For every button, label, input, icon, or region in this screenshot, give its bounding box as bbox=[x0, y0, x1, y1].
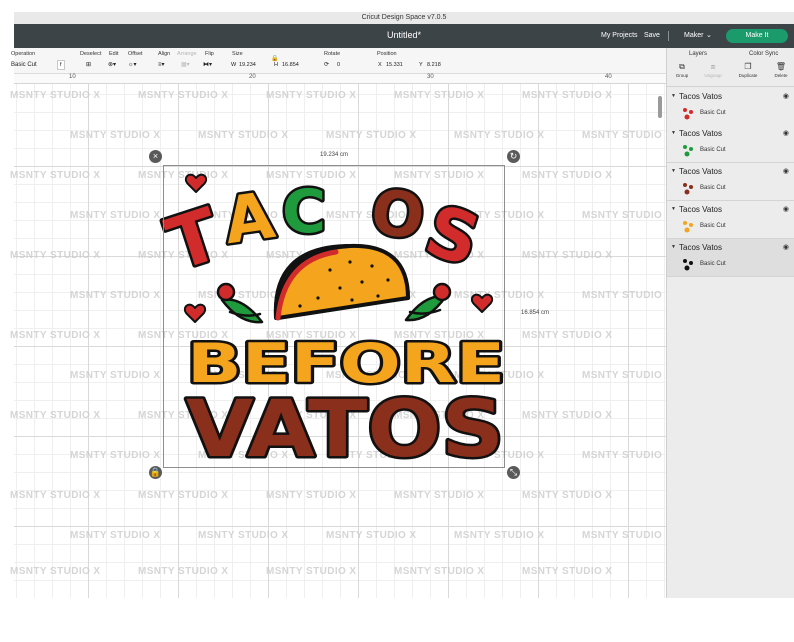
selection-bounding-box[interactable] bbox=[163, 165, 505, 468]
layer-operation: Basic Cut bbox=[700, 185, 726, 191]
layer-name: Tacos Vatos bbox=[679, 243, 722, 252]
layer-item[interactable]: ▼ Tacos Vatos ◉ Basic Cut bbox=[667, 125, 794, 163]
layer-name: Tacos Vatos bbox=[679, 129, 722, 138]
canvas-scrollbar[interactable] bbox=[658, 96, 662, 118]
group-label: Group bbox=[675, 73, 689, 78]
expand-caret-icon[interactable]: ▼ bbox=[671, 93, 676, 99]
layer-item[interactable]: ▼ Tacos Vatos ◉ Basic Cut bbox=[667, 163, 794, 201]
thumb-dot bbox=[684, 265, 690, 271]
expand-caret-icon[interactable]: ▼ bbox=[671, 130, 676, 136]
thumb-dot bbox=[689, 147, 693, 151]
thumb-dot bbox=[689, 185, 693, 189]
ungroup-button[interactable]: ⧈ Ungroup bbox=[698, 61, 728, 78]
thumb-dot bbox=[684, 227, 690, 233]
thumb-dot bbox=[683, 145, 687, 149]
expand-caret-icon[interactable]: ▼ bbox=[671, 168, 676, 174]
duplicate-icon: ❐ bbox=[744, 62, 752, 71]
eye-icon[interactable]: ◉ bbox=[783, 205, 789, 213]
layer-name: Tacos Vatos bbox=[679, 92, 722, 101]
thumb-dot bbox=[683, 221, 687, 225]
thumb-dot bbox=[683, 108, 687, 112]
delete-handle-icon[interactable]: × bbox=[149, 150, 162, 163]
thumb-dot bbox=[684, 114, 690, 120]
selection-height-label: 16.854 cm bbox=[521, 310, 550, 316]
layer-operation: Basic Cut bbox=[700, 110, 726, 116]
tab-color-sync[interactable]: Color Sync bbox=[749, 51, 778, 57]
design-space-window: Cricut Design Space v7.0.5 Untitled* My … bbox=[0, 0, 794, 642]
layer-actions: ⧉ Group ⧈ Ungroup ❐ Duplicate 🗑 Delete bbox=[667, 61, 794, 87]
thumb-dot bbox=[683, 259, 687, 263]
tab-layers[interactable]: Layers bbox=[689, 51, 707, 57]
eye-icon[interactable]: ◉ bbox=[783, 167, 789, 175]
ungroup-label: Ungroup bbox=[704, 73, 722, 78]
layer-item[interactable]: ▼ Tacos Vatos ◉ Basic Cut bbox=[667, 239, 794, 277]
layer-item[interactable]: ▼ Tacos Vatos ◉ Basic Cut bbox=[667, 201, 794, 239]
ungroup-icon: ⧈ bbox=[710, 62, 716, 71]
expand-caret-icon[interactable]: ▼ bbox=[671, 244, 676, 250]
panel-tabs: Layers Color Sync bbox=[667, 48, 794, 59]
lock-handle-icon[interactable]: 🔒 bbox=[149, 466, 162, 479]
eye-icon[interactable]: ◉ bbox=[783, 243, 789, 251]
thumb-dot bbox=[689, 261, 693, 265]
duplicate-button[interactable]: ❐ Duplicate bbox=[733, 61, 763, 78]
thumb-dot bbox=[689, 110, 693, 114]
bottom-margin bbox=[0, 598, 794, 642]
delete-button[interactable]: 🗑 Delete bbox=[766, 61, 794, 78]
layer-name: Tacos Vatos bbox=[679, 205, 722, 214]
layer-operation: Basic Cut bbox=[700, 223, 726, 229]
thumb-dot bbox=[683, 183, 687, 187]
resize-handle-icon[interactable]: ⤡ bbox=[507, 466, 520, 479]
layer-thumbnail bbox=[683, 183, 693, 195]
thumb-dot bbox=[684, 189, 690, 195]
layer-operation: Basic Cut bbox=[700, 147, 726, 153]
duplicate-label: Duplicate bbox=[738, 73, 758, 78]
rotate-handle-icon[interactable]: ↻ bbox=[507, 150, 520, 163]
layer-name: Tacos Vatos bbox=[679, 167, 722, 176]
group-icon: ⧉ bbox=[679, 62, 685, 71]
layer-item[interactable]: ▼ Tacos Vatos ◉ Basic Cut bbox=[667, 88, 794, 126]
layer-thumbnail bbox=[683, 145, 693, 157]
layer-thumbnail bbox=[683, 221, 693, 233]
selection-width-label: 19.234 cm bbox=[320, 152, 349, 158]
layer-thumbnail bbox=[683, 108, 693, 120]
thumb-dot bbox=[689, 223, 693, 227]
delete-label: Delete bbox=[774, 73, 788, 78]
eye-icon[interactable]: ◉ bbox=[783, 129, 789, 137]
layers-panel: Layers Color Sync ⧉ Group ⧈ Ungroup ❐ Du… bbox=[666, 48, 794, 598]
layer-operation: Basic Cut bbox=[700, 261, 726, 267]
expand-caret-icon[interactable]: ▼ bbox=[671, 206, 676, 212]
delete-icon: 🗑 bbox=[775, 62, 787, 71]
eye-icon[interactable]: ◉ bbox=[783, 92, 789, 100]
group-button[interactable]: ⧉ Group bbox=[667, 61, 697, 78]
thumb-dot bbox=[684, 151, 690, 157]
layer-thumbnail bbox=[683, 259, 693, 271]
